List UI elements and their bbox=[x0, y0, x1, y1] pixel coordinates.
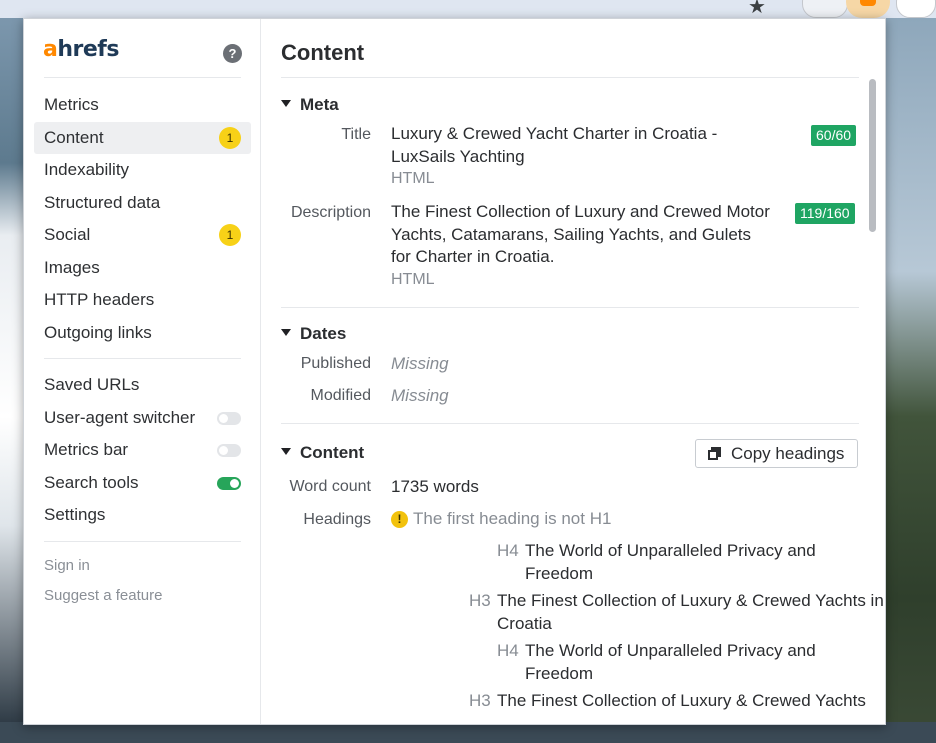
sidebar-item-label: Indexability bbox=[44, 160, 130, 179]
description-length-badge: 119/160 bbox=[795, 203, 855, 224]
heading-text: The Finest Collection of Luxury & Crewed… bbox=[497, 691, 866, 710]
sidebar-item-label: Search tools bbox=[44, 473, 139, 492]
copy-icon bbox=[708, 447, 721, 460]
extension-icon[interactable] bbox=[802, 0, 848, 18]
title-label: Title bbox=[341, 126, 371, 143]
section-heading: Dates bbox=[300, 324, 347, 343]
meta-description-value: The Finest Collection of Luxury and Crew… bbox=[391, 201, 771, 291]
sidebar-item-label: Settings bbox=[44, 505, 106, 524]
sidebar-item-label: Images bbox=[44, 258, 100, 277]
metrics-bar-toggle[interactable] bbox=[217, 444, 241, 457]
search-tools-toggle[interactable] bbox=[217, 477, 241, 490]
caret-down-icon bbox=[281, 448, 291, 455]
word-count-value: 1735 words bbox=[391, 477, 479, 496]
sidebar-item-search-tools[interactable]: Search tools bbox=[34, 467, 251, 499]
sidebar-item-label: Metrics bbox=[44, 95, 99, 114]
side-panel-icon[interactable] bbox=[896, 0, 936, 18]
content-count-badge: 1 bbox=[219, 127, 241, 149]
heading-item: H4 The World of Unparalleled Privacy and … bbox=[497, 640, 845, 685]
sidebar-item-saved-urls[interactable]: Saved URLs bbox=[34, 369, 251, 401]
sidebar-item-images[interactable]: Images bbox=[34, 252, 251, 284]
suggest-feature-link[interactable]: Suggest a feature bbox=[44, 587, 162, 604]
sidebar-item-label: Content bbox=[44, 128, 104, 147]
sidebar-item-social[interactable]: Social 1 bbox=[34, 219, 251, 251]
sidebar-item-http-headers[interactable]: HTTP headers bbox=[34, 284, 251, 316]
headings-warning: ! The first heading is not H1 bbox=[391, 508, 611, 531]
meta-section-toggle[interactable]: Meta bbox=[281, 95, 339, 115]
help-icon[interactable]: ? bbox=[223, 44, 242, 63]
main-panel: Content Meta Title Luxury & Crewed Yacht… bbox=[261, 19, 885, 724]
sidebar-item-label: HTTP headers bbox=[44, 290, 155, 309]
content-section-toggle[interactable]: Content bbox=[281, 443, 364, 463]
sidebar-item-label: Structured data bbox=[44, 193, 161, 212]
copy-headings-label: Copy headings bbox=[731, 444, 845, 463]
sidebar-item-metrics[interactable]: Metrics bbox=[34, 89, 251, 121]
sidebar-item-settings[interactable]: Settings bbox=[34, 499, 251, 531]
sidebar-item-indexability[interactable]: Indexability bbox=[34, 154, 251, 186]
warning-icon: ! bbox=[391, 511, 408, 528]
sidebar-divider bbox=[44, 541, 241, 542]
heading-level-tag: H4 bbox=[497, 641, 519, 660]
ahrefs-extension-icon[interactable] bbox=[846, 0, 890, 18]
sidebar-item-label: Saved URLs bbox=[44, 375, 140, 394]
ahrefs-popup: ahrefs ? Metrics Content 1 Indexability S… bbox=[23, 18, 886, 725]
sidebar-item-content[interactable]: Content 1 bbox=[34, 122, 251, 154]
sidebar-item-user-agent-switcher[interactable]: User-agent switcher bbox=[34, 402, 251, 434]
heading-item: H3 The Finest Collection of Luxury & Crew… bbox=[469, 590, 885, 635]
section-heading: Content bbox=[300, 443, 365, 462]
copy-headings-button[interactable]: Copy headings bbox=[695, 439, 858, 468]
sidebar-item-label: Metrics bar bbox=[44, 440, 129, 459]
background-page-bottom bbox=[0, 722, 936, 743]
sidebar: ahrefs ? Metrics Content 1 Indexability S… bbox=[24, 19, 261, 724]
sidebar-divider bbox=[44, 77, 241, 78]
caret-down-icon bbox=[281, 100, 291, 107]
meta-description-source: HTML bbox=[391, 270, 435, 288]
modified-label: Modified bbox=[310, 387, 371, 404]
section-divider bbox=[281, 77, 859, 78]
description-label: Description bbox=[290, 204, 371, 221]
sidebar-divider bbox=[44, 358, 241, 359]
section-divider bbox=[281, 423, 859, 424]
title-length-badge: 60/60 bbox=[811, 125, 857, 146]
headings-label: Headings bbox=[303, 511, 371, 528]
modified-value: Missing bbox=[391, 386, 449, 405]
heading-level-tag: H4 bbox=[497, 541, 519, 560]
section-heading: Meta bbox=[300, 95, 339, 114]
word-count-label: Word count bbox=[289, 478, 371, 495]
sidebar-item-label: Social bbox=[44, 225, 91, 244]
background-page-right bbox=[884, 18, 936, 743]
bookmark-star-icon[interactable]: ★ bbox=[748, 0, 766, 19]
page-title: Content bbox=[281, 40, 365, 65]
heading-item: H4 The World of Unparalleled Privacy and … bbox=[497, 540, 845, 585]
ahrefs-logo[interactable]: ahrefs bbox=[43, 37, 119, 62]
heading-level-tag: H3 bbox=[469, 591, 491, 610]
heading-text: The World of Unparalleled Privacy and Fr… bbox=[525, 541, 816, 583]
published-value: Missing bbox=[391, 354, 449, 373]
browser-toolbar: ★ bbox=[0, 0, 936, 18]
sidebar-item-outgoing-links[interactable]: Outgoing links bbox=[34, 317, 251, 349]
caret-down-icon bbox=[281, 329, 291, 336]
headings-warning-text: The first heading is not H1 bbox=[413, 509, 612, 528]
meta-description-text: The Finest Collection of Luxury and Crew… bbox=[391, 202, 770, 266]
meta-title-text: Luxury & Crewed Yacht Charter in Croatia… bbox=[391, 124, 718, 166]
sidebar-item-label: Outgoing links bbox=[44, 323, 152, 342]
heading-text: The World of Unparalleled Privacy and Fr… bbox=[525, 641, 816, 683]
sign-in-link[interactable]: Sign in bbox=[44, 557, 90, 574]
dates-section-toggle[interactable]: Dates bbox=[281, 324, 346, 344]
sidebar-item-label: User-agent switcher bbox=[44, 408, 196, 427]
published-label: Published bbox=[300, 355, 371, 372]
meta-title-source: HTML bbox=[391, 170, 435, 187]
heading-item: H3 The Finest Collection of Luxury & Crew… bbox=[469, 690, 885, 713]
section-divider bbox=[281, 307, 859, 308]
sidebar-item-metrics-bar[interactable]: Metrics bar bbox=[34, 434, 251, 466]
user-agent-switcher-toggle[interactable] bbox=[217, 412, 241, 425]
sidebar-item-structured-data[interactable]: Structured data bbox=[34, 187, 251, 219]
scrollbar-thumb[interactable] bbox=[869, 79, 876, 232]
heading-level-tag: H3 bbox=[469, 691, 491, 710]
meta-title-value: Luxury & Crewed Yacht Charter in Croatia… bbox=[391, 123, 741, 191]
social-count-badge: 1 bbox=[219, 224, 241, 246]
heading-text: The Finest Collection of Luxury & Crewed… bbox=[497, 591, 884, 633]
